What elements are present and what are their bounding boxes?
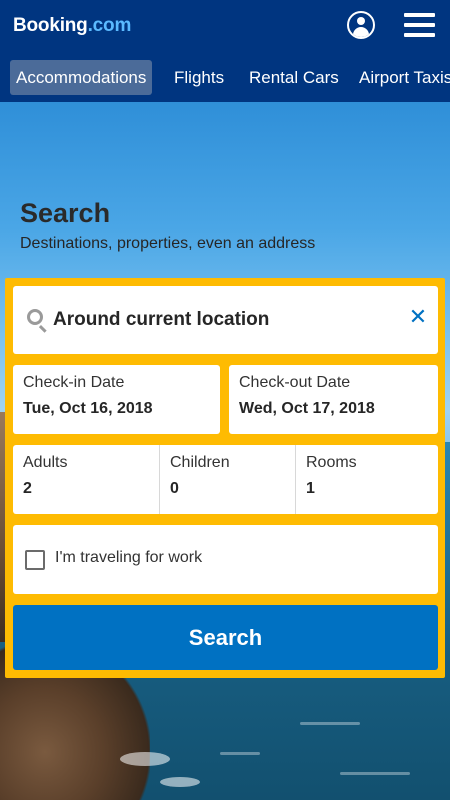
destination-value: Around current location xyxy=(53,309,270,330)
guests-field: Adults 2 Children 0 Rooms 1 xyxy=(13,445,438,514)
work-travel-label: I'm traveling for work xyxy=(55,549,203,566)
search-icon xyxy=(27,309,43,325)
nav-item-rental-cars[interactable]: Rental Cars xyxy=(243,60,345,95)
destination-field[interactable]: Around current location ✕ xyxy=(13,286,438,354)
work-travel-checkbox[interactable] xyxy=(25,550,45,570)
foam xyxy=(120,752,170,766)
checkout-date-field[interactable]: Check-out Date Wed, Oct 17, 2018 xyxy=(229,365,438,434)
rooms-label: Rooms xyxy=(306,454,357,471)
checkin-label: Check-in Date xyxy=(23,374,125,391)
foam xyxy=(160,777,200,787)
logo-main: Booking xyxy=(13,15,88,36)
children-selector[interactable]: Children 0 xyxy=(159,445,295,514)
adults-label: Adults xyxy=(23,454,68,471)
wave xyxy=(300,722,360,725)
nav-item-accommodations[interactable]: Accommodations xyxy=(10,60,153,95)
wave xyxy=(220,752,260,755)
search-button[interactable]: Search xyxy=(13,605,438,670)
nav-item-airport-taxis[interactable]: Airport Taxis xyxy=(353,60,450,95)
app-header: Booking.com Accommodations Flights Renta… xyxy=(0,0,450,102)
hamburger-menu-icon[interactable] xyxy=(404,13,435,37)
booking-logo[interactable]: Booking.com xyxy=(13,15,131,37)
rooms-value: 1 xyxy=(306,480,315,497)
page-subtitle: Destinations, properties, even an addres… xyxy=(20,235,316,252)
checkout-value: Wed, Oct 17, 2018 xyxy=(239,400,375,417)
logo-suffix: .com xyxy=(87,15,132,36)
search-panel: Around current location ✕ Check-in Date … xyxy=(5,278,445,678)
wave xyxy=(340,772,410,775)
checkin-date-field[interactable]: Check-in Date Tue, Oct 16, 2018 xyxy=(13,365,220,434)
user-circle-icon[interactable] xyxy=(347,11,375,39)
page-title: Search xyxy=(20,198,111,228)
children-value: 0 xyxy=(170,480,179,497)
adults-selector[interactable]: Adults 2 xyxy=(13,445,159,514)
children-label: Children xyxy=(170,454,230,471)
work-travel-option[interactable]: I'm traveling for work xyxy=(13,525,438,594)
checkout-label: Check-out Date xyxy=(239,374,351,391)
close-icon[interactable]: ✕ xyxy=(408,307,428,329)
nav-item-flights[interactable]: Flights xyxy=(168,60,230,95)
adults-value: 2 xyxy=(23,480,32,497)
checkin-value: Tue, Oct 16, 2018 xyxy=(23,400,153,417)
product-nav: Accommodations Flights Rental Cars Airpo… xyxy=(0,60,450,96)
rooms-selector[interactable]: Rooms 1 xyxy=(295,445,438,514)
